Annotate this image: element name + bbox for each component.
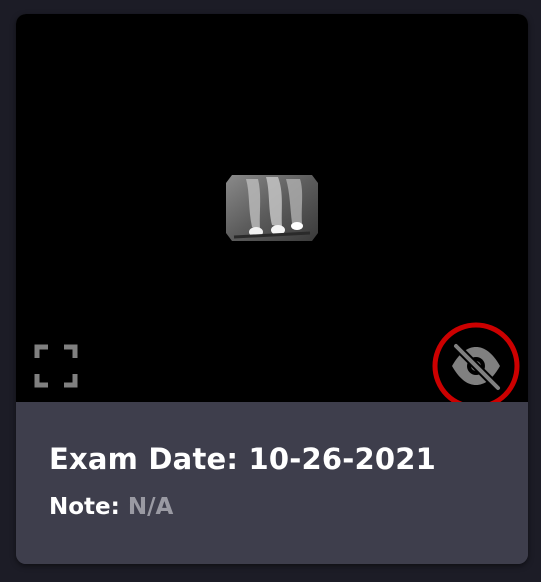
exam-date: Exam Date: 10-26-2021 — [49, 442, 436, 476]
fullscreen-icon[interactable] — [34, 344, 78, 388]
note: Note: N/A — [49, 494, 173, 520]
exam-date-value: 10-26-2021 — [248, 442, 436, 476]
xray-viewer[interactable] — [16, 14, 528, 410]
note-value: N/A — [127, 494, 174, 520]
exam-info: Exam Date: 10-26-2021 Note: N/A — [16, 402, 528, 564]
xray-card[interactable]: Exam Date: 10-26-2021 Note: N/A — [16, 14, 528, 564]
xray-thumbnail[interactable] — [226, 175, 318, 241]
eye-slash-icon[interactable] — [432, 322, 520, 410]
page: Exam Date: 10-26-2021 Note: N/A — [0, 0, 541, 582]
exam-date-label: Exam Date: — [49, 442, 239, 476]
note-label: Note: — [49, 494, 120, 520]
